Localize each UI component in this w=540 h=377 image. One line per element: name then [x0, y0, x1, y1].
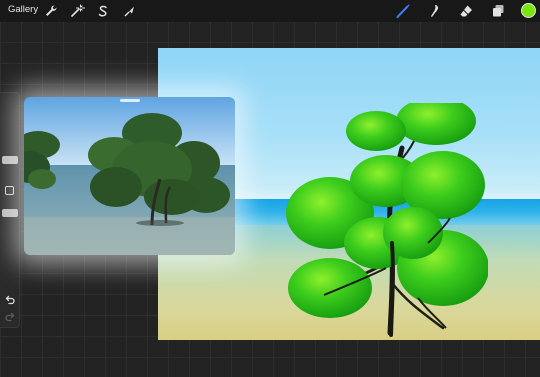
- modify-button[interactable]: [5, 186, 14, 195]
- gallery-button[interactable]: Gallery: [8, 4, 38, 15]
- sidebar: [0, 92, 20, 328]
- magic-wand-icon[interactable]: [69, 3, 85, 19]
- selection-icon[interactable]: [95, 3, 111, 19]
- eraser-icon[interactable]: [458, 3, 474, 19]
- brush-size-slider[interactable]: [0, 99, 20, 179]
- brush-icon[interactable]: [395, 3, 411, 19]
- color-picker-swatch[interactable]: [521, 3, 536, 18]
- undo-icon[interactable]: [4, 294, 16, 306]
- opacity-thumb[interactable]: [2, 209, 18, 217]
- layers-icon[interactable]: [490, 3, 506, 19]
- transform-arrow-icon[interactable]: [121, 3, 137, 19]
- reference-photo: [24, 97, 235, 255]
- wrench-icon[interactable]: [43, 3, 59, 19]
- reference-drag-handle[interactable]: [120, 99, 140, 102]
- redo-icon[interactable]: [4, 311, 16, 323]
- top-toolbar: Gallery: [0, 0, 540, 22]
- reference-photo-window[interactable]: [24, 97, 235, 255]
- opacity-slider[interactable]: [0, 203, 20, 283]
- smudge-icon[interactable]: [426, 3, 442, 19]
- brush-size-thumb[interactable]: [2, 156, 18, 164]
- painted-tree: [286, 103, 488, 337]
